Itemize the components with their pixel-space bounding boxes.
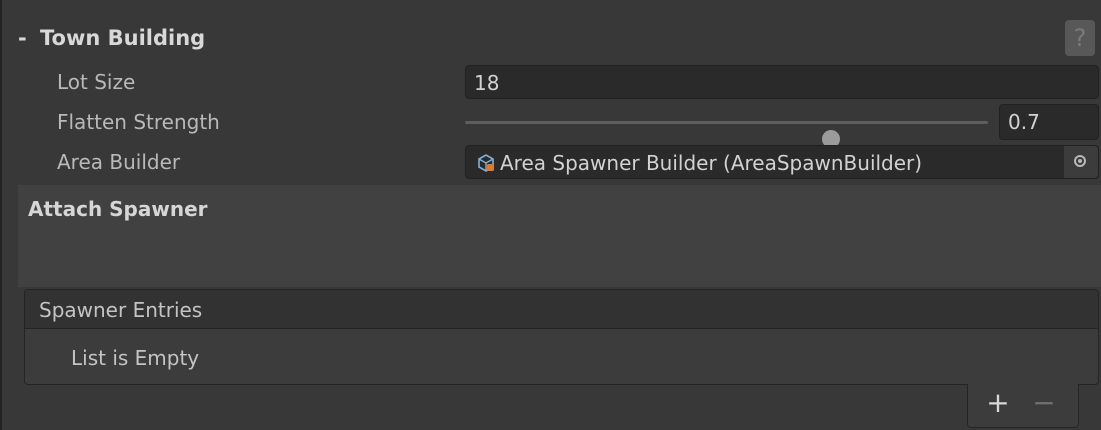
flatten-strength-value: 0.7	[1008, 110, 1040, 134]
inspector-panel: - Town Building ? Lot Size 18 Flatten St…	[0, 0, 1101, 430]
list-header[interactable]: Spawner Entries	[25, 290, 1098, 329]
object-picker-icon[interactable]	[1063, 146, 1098, 178]
flatten-strength-label: Flatten Strength	[57, 110, 220, 134]
lot-size-label: Lot Size	[57, 70, 136, 94]
area-builder-label: Area Builder	[57, 150, 181, 174]
help-icon[interactable]: ?	[1065, 20, 1095, 56]
remove-item-button[interactable]: −	[1032, 388, 1056, 418]
component-header[interactable]: - Town Building ?	[2, 16, 1101, 62]
lot-size-row: Lot Size 18	[2, 64, 1101, 100]
flatten-strength-slider[interactable]	[465, 121, 988, 148]
area-builder-object-field[interactable]: Area Spawner Builder (AreaSpawnBuilder)	[465, 145, 1099, 179]
attach-spawner-panel: Attach Spawner	[18, 185, 1101, 287]
attach-spawner-title: Attach Spawner	[28, 197, 208, 221]
lot-size-input[interactable]: 18	[465, 65, 1099, 99]
list-footer: + −	[967, 384, 1079, 428]
script-object-icon	[478, 154, 494, 172]
list-empty-text: List is Empty	[71, 346, 200, 370]
flatten-strength-row: Flatten Strength 0.7	[2, 104, 1101, 148]
component-title: Town Building	[40, 26, 206, 50]
lot-size-value: 18	[474, 71, 500, 95]
collapse-toggle[interactable]: -	[18, 26, 27, 50]
add-item-button[interactable]: +	[986, 388, 1010, 418]
area-builder-row: Area Builder Area Spawner Builder (AreaS…	[2, 144, 1101, 180]
area-builder-value: Area Spawner Builder (AreaSpawnBuilder)	[500, 151, 923, 175]
spawner-entries-list: Spawner Entries List is Empty	[24, 289, 1099, 385]
flatten-strength-input[interactable]: 0.7	[999, 104, 1099, 140]
list-header-label: Spawner Entries	[39, 298, 203, 322]
